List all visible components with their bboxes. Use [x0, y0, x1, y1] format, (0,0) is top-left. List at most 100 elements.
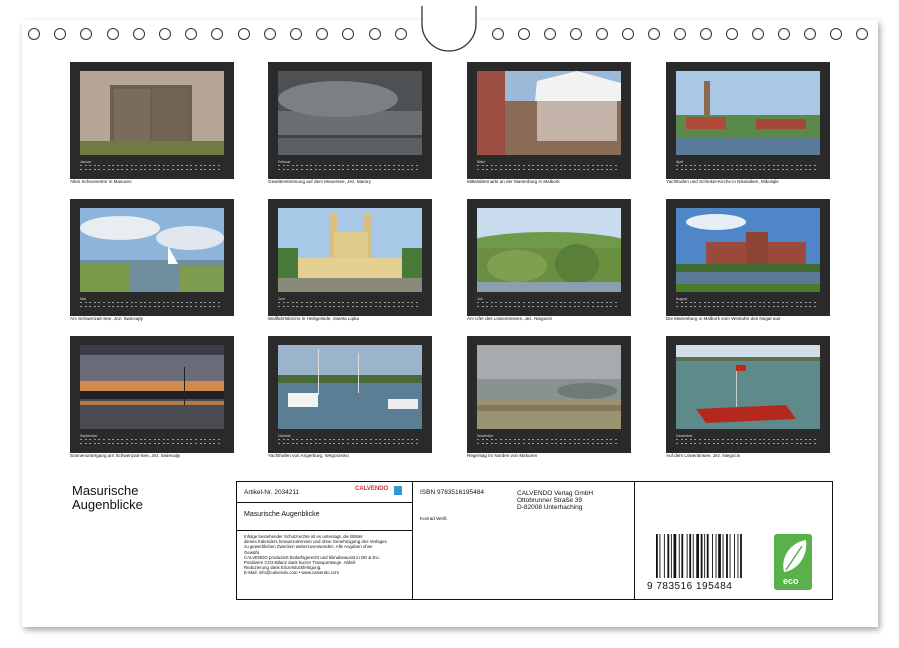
legal-notice: Infolge bestehender Schutzrechte ist es … [244, 534, 387, 576]
month-label: März [477, 160, 485, 164]
binding-ring [54, 28, 67, 40]
photo-storm-lake [278, 71, 422, 155]
caption-june: Wallfahrtskirche in Heiligelinde, Swieta… [268, 316, 359, 321]
month-label: September [80, 434, 98, 438]
hanger-cutout [421, 6, 477, 52]
binding-ring [544, 28, 556, 40]
photo-marina-church [676, 71, 820, 155]
isbn: ISBN 9783516195484 [420, 489, 484, 496]
binding-ring [804, 28, 816, 40]
binding-ring [342, 28, 355, 40]
binding-ring [700, 28, 712, 40]
binding-ring [159, 28, 171, 40]
binding-ring [674, 28, 686, 40]
photo-rainy-field [477, 345, 621, 429]
binding-ring [830, 28, 842, 40]
caption-october: Yachthafen von Angerburg, Wegorzewo [268, 453, 349, 458]
eco-label: eco [783, 576, 799, 586]
caption-september: Sonnenuntergang am Schwenzait-See, Jez. … [70, 453, 181, 458]
day-grid [676, 302, 820, 310]
day-grid [676, 165, 820, 173]
caption-april: Yachthafen und Schinkel-Kirche in Nikola… [666, 179, 779, 184]
caption-february: Gewitterstimmung auf dem Mauersee, Jez. … [268, 179, 371, 184]
caption-july: Am Ufer des Löwentinsees, Jez. Niegocin [467, 316, 553, 321]
month-label: Oktober [278, 434, 291, 438]
month-label: April [676, 160, 684, 164]
calvendo-logo: CALVENDO [355, 486, 389, 492]
day-grid [80, 439, 224, 447]
month-thumb-november: November [467, 336, 631, 453]
month-label: Juli [477, 297, 483, 301]
photo-marienburg-castle [676, 208, 820, 292]
binding-ring [726, 28, 738, 40]
photo-medieval-market [477, 71, 621, 155]
binding-ring [263, 28, 276, 40]
day-grid [80, 165, 224, 173]
caption-may: Am Schwenzait-See, Jez. Swiecajty [70, 316, 144, 321]
month-thumb-january: Januar [70, 62, 234, 179]
binding-ring [856, 28, 868, 40]
binding-ring [648, 28, 660, 40]
binding-ring [237, 28, 250, 40]
caption-december: Auf dem Löwentinsee, Jez. Niegocin [666, 453, 741, 458]
month-label: August [676, 297, 688, 301]
caption-august: Die Marienburg in Malbork vom Westufer d… [666, 316, 781, 321]
month-label: Dezember [676, 434, 693, 438]
binding-ring [622, 28, 634, 40]
month-label: Mai [80, 297, 86, 301]
month-thumb-august: August [666, 199, 830, 316]
binding-ring [290, 28, 302, 40]
info-cell-left: Artikel-Nr. 2034211 CALVENDO Masurische … [237, 482, 413, 599]
month-thumb-september: September [70, 336, 234, 453]
binding-ring [316, 28, 329, 40]
photo-barn-door [80, 71, 224, 155]
binding-ring [596, 28, 608, 40]
binding-ring [492, 28, 504, 40]
binding-ring [211, 28, 224, 40]
month-thumb-may: Mai [70, 199, 234, 316]
day-grid [477, 165, 621, 173]
month-label: Januar [80, 160, 91, 164]
day-grid [278, 302, 422, 310]
month-label: November [477, 434, 494, 438]
day-grid [80, 302, 224, 310]
article-number: Artikel-Nr. 2034211 [244, 489, 300, 496]
month-label: Februar [278, 160, 291, 164]
photo-boat-on-lake [676, 345, 820, 429]
barcode-number: 9 783516 195484 [647, 581, 733, 592]
binding-ring [185, 28, 198, 40]
month-thumb-december: Dezember [666, 336, 830, 453]
month-label: Juni [278, 297, 285, 301]
month-thumb-october: Oktober [268, 336, 432, 453]
day-grid [477, 439, 621, 447]
binding-ring [80, 28, 93, 40]
caption-january: Altes Scheunentor in Masuren [70, 179, 132, 184]
author: Konrad Weiß [420, 516, 447, 521]
month-thumb-april: April [666, 62, 830, 179]
month-thumb-july: Juli [467, 199, 631, 316]
photo-harbor-boats [278, 345, 422, 429]
photo-pilgrimage-church [278, 208, 422, 292]
caption-november: Regentag im Norden von Masuren [467, 453, 538, 458]
calvendo-logo-icon [394, 486, 402, 495]
title-line-1: Masurische [72, 483, 139, 498]
month-thumb-march: März [467, 62, 631, 179]
binding-ring [752, 28, 764, 40]
photo-lake-sailboat [80, 208, 224, 292]
binding-ring [570, 28, 582, 40]
binding-ring [132, 28, 145, 40]
binding-ring [518, 28, 530, 40]
eco-badge: eco [774, 534, 812, 590]
month-thumb-june: Juni [268, 199, 432, 316]
binding-ring [394, 28, 407, 40]
caption-march: Mittelaltermarkt an der Marienburg in Ma… [467, 179, 560, 184]
day-grid [278, 439, 422, 447]
photo-lakeshore-trees [477, 208, 621, 292]
binding-ring [28, 28, 40, 40]
binding-ring [106, 28, 119, 40]
day-grid [477, 302, 621, 310]
title-line-2: Augenblicke [72, 497, 143, 512]
publisher-address: CALVENDO Verlag GmbH Ottobrunner Straße 3… [517, 490, 594, 511]
product-name: Masurische Augenblicke [244, 511, 320, 518]
day-grid [676, 439, 820, 447]
